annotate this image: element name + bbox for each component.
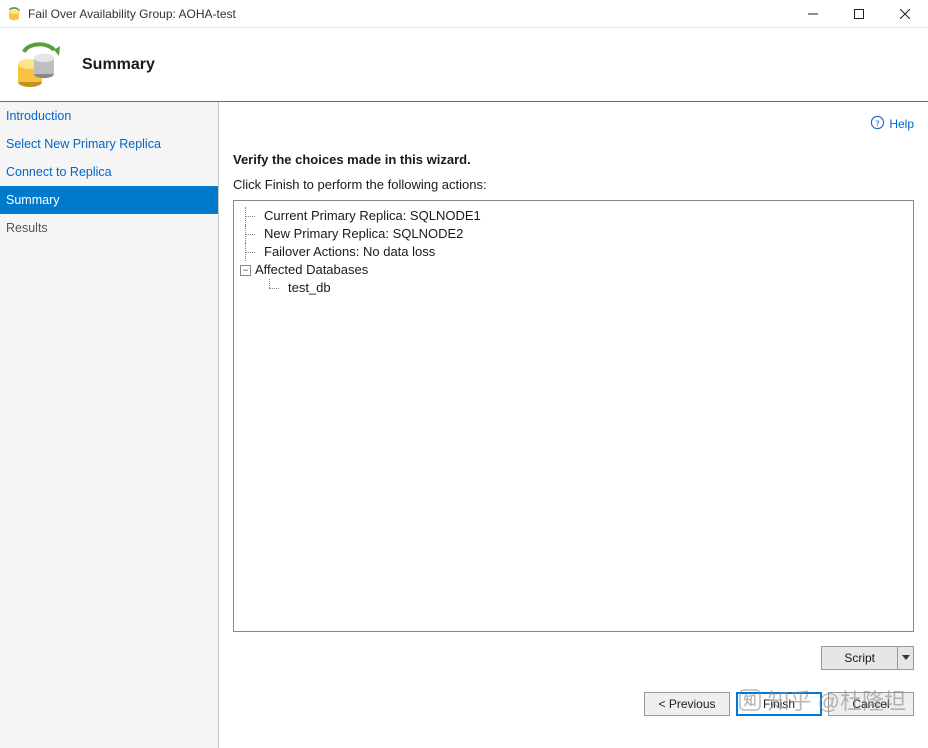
close-button[interactable]	[882, 0, 928, 27]
window-title: Fail Over Availability Group: AOHA-test	[28, 7, 790, 21]
maximize-button[interactable]	[836, 0, 882, 27]
previous-button[interactable]: < Previous	[644, 692, 730, 716]
help-label: Help	[889, 117, 914, 131]
window-controls	[790, 0, 928, 27]
verify-heading: Verify the choices made in this wizard.	[233, 152, 914, 167]
script-row: Script	[233, 646, 914, 670]
tree-row: Current Primary Replica: SQLNODE1	[240, 207, 907, 225]
app-icon	[6, 6, 22, 22]
cancel-button[interactable]: Cancel	[828, 692, 914, 716]
wizard-button-row: < Previous Finish Cancel	[233, 692, 914, 716]
script-split-button[interactable]: Script	[821, 646, 914, 670]
tree-branch-icon	[240, 225, 264, 243]
instruction-text: Click Finish to perform the following ac…	[233, 177, 914, 192]
sidebar-item-connect-to-replica[interactable]: Connect to Replica	[0, 158, 218, 186]
summary-tree[interactable]: Current Primary Replica: SQLNODE1 New Pr…	[233, 200, 914, 632]
window-titlebar: Fail Over Availability Group: AOHA-test	[0, 0, 928, 28]
wizard-header-icon	[10, 38, 64, 92]
sidebar-item-select-new-primary-replica[interactable]: Select New Primary Replica	[0, 130, 218, 158]
tree-branch-icon	[240, 243, 264, 261]
sidebar-item-introduction[interactable]: Introduction	[0, 102, 218, 130]
tree-spacer	[240, 279, 264, 297]
help-icon: ?	[870, 115, 885, 133]
tree-item-new-primary: New Primary Replica: SQLNODE2	[264, 225, 463, 243]
script-button-label[interactable]: Script	[821, 646, 898, 670]
tree-row: Failover Actions: No data loss	[240, 243, 907, 261]
wizard-body: Introduction Select New Primary Replica …	[0, 102, 928, 748]
svg-text:?: ?	[876, 118, 880, 128]
tree-row: − Affected Databases	[240, 261, 907, 279]
tree-collapse-icon[interactable]: −	[240, 265, 251, 276]
help-row: ? Help	[233, 112, 914, 136]
wizard-header: Summary	[0, 28, 928, 102]
tree-item-current-primary: Current Primary Replica: SQLNODE1	[264, 207, 481, 225]
wizard-content: ? Help Verify the choices made in this w…	[219, 102, 928, 748]
page-title: Summary	[82, 56, 155, 74]
finish-button[interactable]: Finish	[736, 692, 822, 716]
tree-item-affected-databases: Affected Databases	[255, 261, 368, 279]
help-link[interactable]: ? Help	[870, 115, 914, 133]
tree-branch-icon	[240, 207, 264, 225]
tree-item-database: test_db	[288, 279, 331, 297]
wizard-sidebar: Introduction Select New Primary Replica …	[0, 102, 219, 748]
sidebar-item-results: Results	[0, 214, 218, 242]
minimize-button[interactable]	[790, 0, 836, 27]
tree-row: New Primary Replica: SQLNODE2	[240, 225, 907, 243]
tree-item-failover-actions: Failover Actions: No data loss	[264, 243, 435, 261]
tree-row: test_db	[240, 279, 907, 297]
sidebar-item-summary[interactable]: Summary	[0, 186, 218, 214]
script-button-dropdown[interactable]	[898, 646, 914, 670]
tree-branch-icon	[264, 279, 288, 297]
